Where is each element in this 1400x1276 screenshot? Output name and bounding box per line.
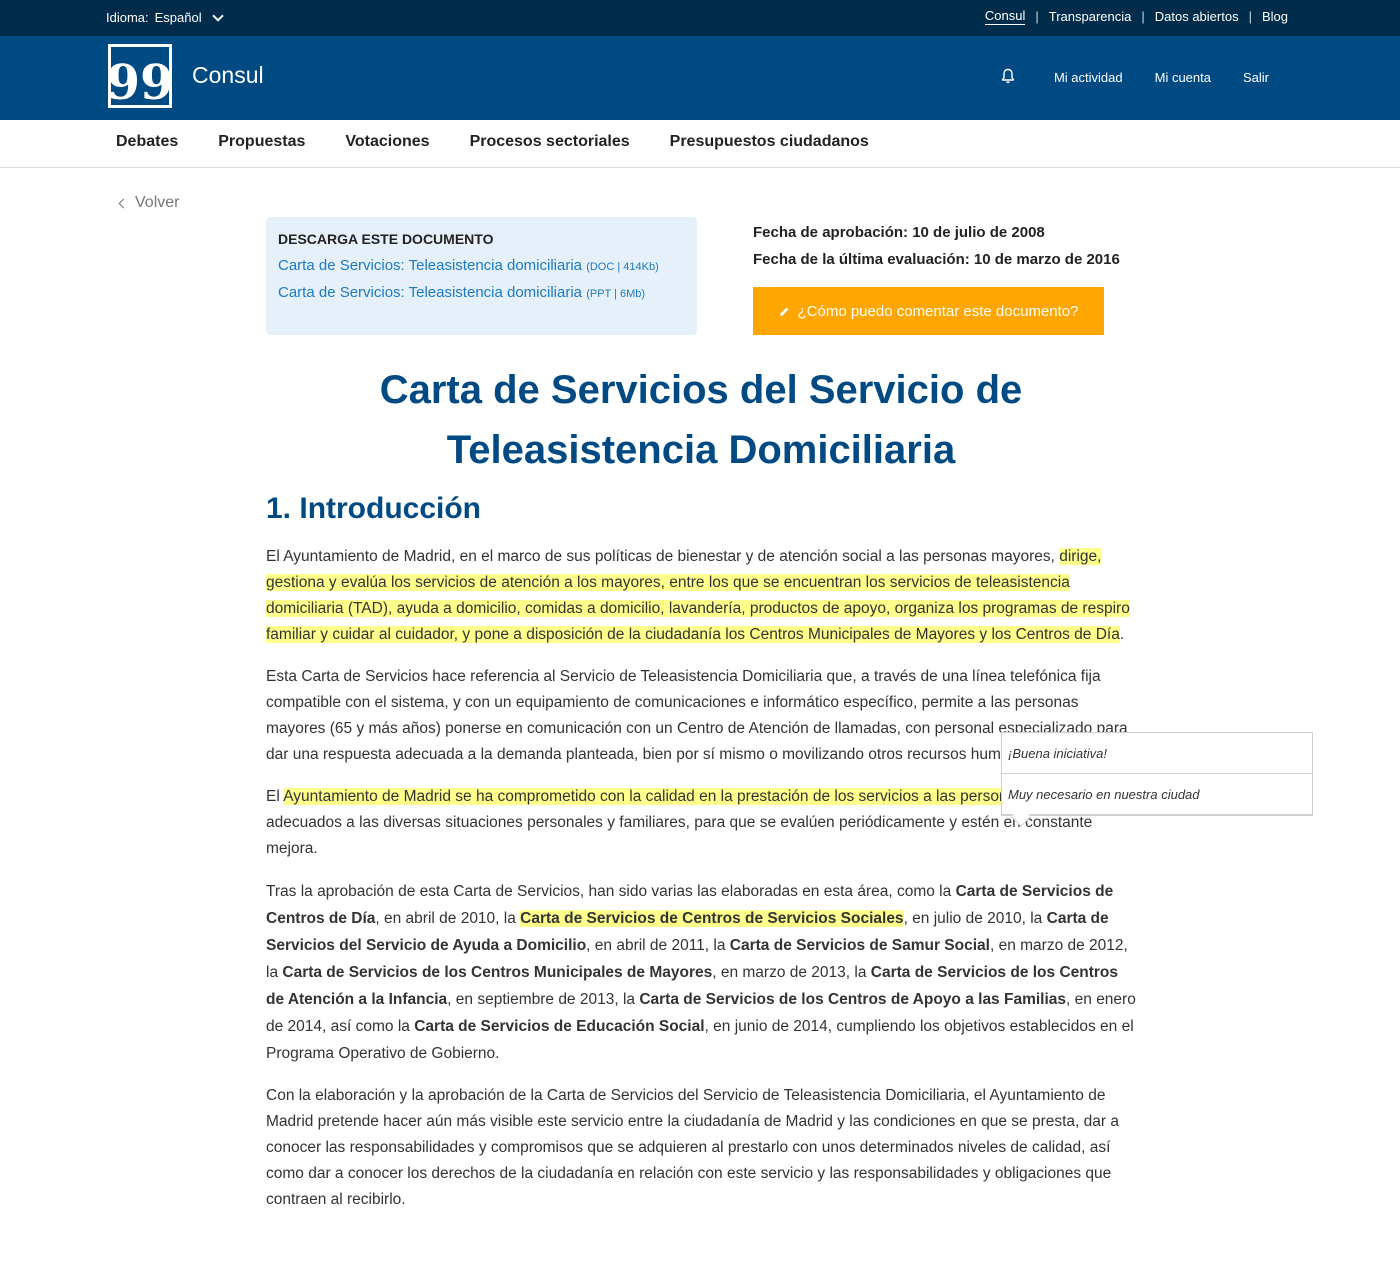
top-link-datos-abiertos[interactable]: Datos abiertos	[1155, 9, 1239, 24]
consul-logo[interactable]: 99	[107, 44, 173, 108]
file-meta: (DOC | 414Kb)	[586, 261, 659, 273]
document-dates: Fecha de aprobación: 10 de julio de 2008…	[753, 219, 1120, 273]
top-link-blog[interactable]: Blog	[1262, 9, 1288, 24]
text: Tras la aprobación de esta Carta de Serv…	[266, 883, 956, 900]
nav-procesos-sectoriales[interactable]: Procesos sectoriales	[470, 133, 630, 150]
nav-item: Debates	[116, 133, 178, 151]
back-label: Volver	[135, 194, 180, 211]
text: , en abril de 2011, la	[586, 937, 730, 954]
file-name: Carta de Servicios: Teleasistencia domic…	[278, 284, 583, 301]
site-header: 99 Consul Mi actividad Mi cuenta Salir	[0, 36, 1400, 120]
text: , en septiembre de 2013, la	[447, 991, 640, 1008]
text: El Ayuntamiento de Madrid, en el marco d…	[266, 548, 1060, 565]
text: , en abril de 2010, la	[375, 910, 521, 927]
nav-item: Presupuestos ciudadanos	[670, 133, 869, 151]
separator: |	[1141, 9, 1145, 24]
title-line: Carta de Servicios del Servicio de	[379, 368, 1023, 412]
back-link[interactable]: Volver	[118, 194, 180, 212]
approval-date: Fecha de aprobación: 10 de julio de 2008	[753, 224, 1045, 241]
paragraph: Con la elaboración y la aprobación de la…	[266, 1087, 1119, 1208]
download-box: DESCARGA ESTE DOCUMENTO Carta de Servici…	[266, 217, 697, 335]
document-title: Carta de Servicios del Servicio de Telea…	[266, 360, 1136, 480]
file-name: Carta de Servicios: Teleasistencia domic…	[278, 257, 583, 274]
text: , en julio de 2010, la	[903, 910, 1047, 927]
chevron-down-icon[interactable]	[211, 9, 224, 22]
download-heading: DESCARGA ESTE DOCUMENTO	[278, 231, 494, 247]
mi-actividad-link[interactable]: Mi actividad	[1054, 70, 1123, 85]
annotation-highlight[interactable]: Ayuntamiento de Madrid se ha comprometid…	[283, 788, 738, 805]
section-title: 1. Introducción	[266, 492, 482, 525]
nav-item: Propuestas	[218, 133, 305, 151]
annotation-highlight[interactable]: Servicios de Centros de Servicios Social…	[586, 910, 904, 927]
evaluation-date: Fecha de la última evaluación: 10 de mar…	[753, 251, 1120, 268]
annotation-comment[interactable]: ¡Buena iniciativa!	[1002, 733, 1312, 774]
salir-link[interactable]: Salir	[1243, 70, 1269, 85]
title-line: Teleasistencia Domiciliaria	[446, 428, 956, 472]
separator: |	[1248, 9, 1252, 24]
text: El	[266, 788, 284, 805]
how-to-comment-button[interactable]: ¿Cómo puedo comentar este documento?	[753, 287, 1104, 335]
nav-item: Votaciones	[345, 133, 429, 151]
nav-item: Procesos sectoriales	[470, 133, 630, 151]
annotation-highlight[interactable]: Centros Municipales de Mayores y los Cen…	[749, 626, 1120, 643]
language-label: Idioma:	[106, 10, 149, 25]
bell-icon[interactable]	[1001, 68, 1015, 84]
annotation-popover: ¡Buena iniciativa! Muy necesario en nues…	[1001, 732, 1313, 827]
annotation-comment[interactable]: Muy necesario en nuestra ciudad	[1002, 774, 1312, 815]
nav-propuestas[interactable]: Propuestas	[218, 133, 305, 150]
bold-text: Carta de Servicios de los Centros Munici…	[282, 964, 713, 981]
nav-votaciones[interactable]: Votaciones	[345, 133, 429, 150]
bold-text: Carta de Servicios de los Centros de Apo…	[639, 991, 1067, 1008]
document-body: El Ayuntamiento de Madrid, en el marco d…	[266, 544, 1136, 1229]
bold-text: Carta de Servicios de Samur Social	[729, 937, 990, 954]
bold-text: Carta de Servicios de Educación Social	[414, 1018, 705, 1035]
language-value[interactable]: Español	[155, 10, 202, 25]
nav-presupuestos[interactable]: Presupuestos ciudadanos	[670, 133, 869, 150]
pencil-icon	[779, 307, 788, 316]
top-links: Consul | Transparencia | Datos abiertos …	[984, 8, 1288, 25]
text: , en marzo de 2013, la	[712, 964, 871, 981]
file-meta: (PPT | 6Mb)	[586, 288, 646, 300]
top-link-consul[interactable]: Consul	[984, 8, 1026, 25]
brand-name[interactable]: Consul	[192, 62, 264, 89]
main-nav: Debates Propuestas Votaciones Procesos s…	[0, 120, 1400, 168]
paragraph: El Ayuntamiento de Madrid, en el marco d…	[266, 544, 1136, 648]
mi-cuenta-link[interactable]: Mi cuenta	[1155, 70, 1211, 85]
text: .	[1119, 626, 1125, 643]
download-ppt-link[interactable]: Carta de Servicios: Teleasistencia domic…	[278, 280, 685, 307]
separator: |	[1035, 9, 1039, 24]
paragraph: Tras la aprobación de esta Carta de Serv…	[266, 878, 1136, 1067]
top-link-transparencia[interactable]: Transparencia	[1049, 9, 1132, 24]
user-nav: Mi actividad Mi cuenta Salir	[1054, 70, 1269, 85]
top-bar: Idioma: Español Consul | Transparencia |…	[0, 0, 1400, 36]
download-doc-link[interactable]: Carta de Servicios: Teleasistencia domic…	[278, 253, 685, 280]
language-selector[interactable]: Idioma: Español	[106, 9, 224, 25]
nav-debates[interactable]: Debates	[116, 133, 178, 150]
comment-button-label: ¿Cómo puedo comentar este documento?	[797, 302, 1079, 320]
annotation-highlight[interactable]: Carta de	[520, 910, 587, 927]
chevron-left-icon	[118, 198, 129, 208]
